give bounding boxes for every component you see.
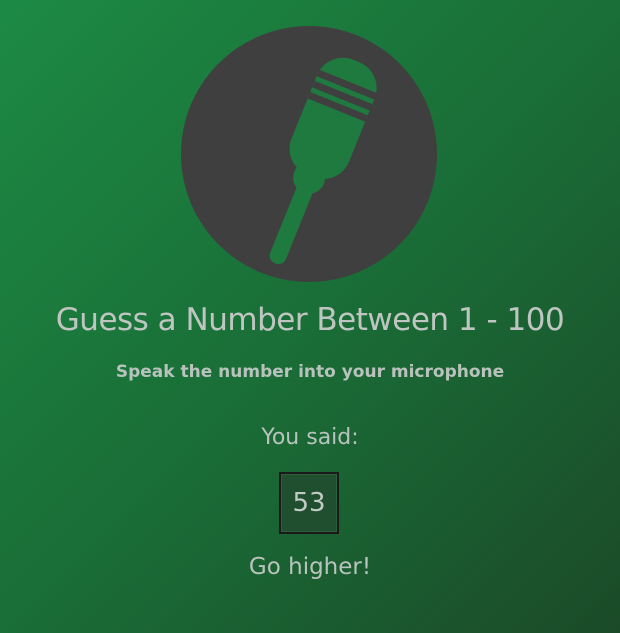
microphone-icon: [269, 57, 377, 265]
page-subtitle: Speak the number into your microphone: [115, 362, 505, 382]
page-title: Guess a Number Between 1 - 100: [55, 302, 565, 338]
feedback-message: Go higher!: [248, 554, 372, 580]
microphone-badge: [181, 26, 437, 282]
app-container: Guess a Number Between 1 - 100 Speak the…: [0, 0, 620, 633]
spoken-number-box: 53: [279, 472, 339, 534]
you-said-label: You said:: [261, 425, 359, 450]
